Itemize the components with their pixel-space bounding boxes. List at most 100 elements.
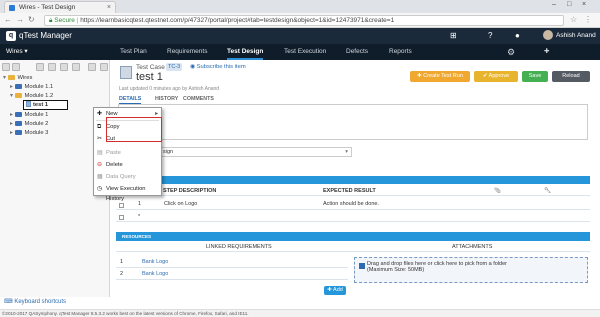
close-tab-icon[interactable]: ×: [107, 2, 111, 13]
linked-requirements-header: LINKED REQUIREMENTS: [206, 244, 272, 250]
step-description[interactable]: Click on Logo: [164, 198, 197, 210]
resources-label: RESOURCES: [122, 234, 152, 239]
tree-item-module-1-1[interactable]: ▸ Module 1.1: [10, 83, 53, 92]
row-checkbox[interactable]: [119, 214, 124, 224]
save-button[interactable]: Save: [522, 71, 548, 82]
query-icon: ▦: [97, 174, 103, 180]
tab-details[interactable]: DETAILS: [119, 96, 142, 104]
checkbox-icon: [119, 215, 124, 220]
collapse-tree-icon[interactable]: [88, 63, 96, 71]
nav-test-execution[interactable]: Test Execution: [284, 44, 326, 60]
tab-history[interactable]: HISTORY: [155, 96, 178, 102]
help-icon[interactable]: ?: [488, 31, 492, 40]
attachment-col-icon: 📎︎: [494, 188, 501, 194]
step-number: 1: [138, 201, 142, 207]
maximize-icon[interactable]: □: [567, 1, 571, 8]
delete-icon: ⊖: [97, 162, 103, 168]
type-select[interactable]: sign ▾: [160, 147, 352, 157]
attachment-drop-zone[interactable]: Drag and drop files here or click here t…: [354, 257, 588, 283]
testcase-large-icon: [120, 66, 132, 79]
minimize-icon[interactable]: –: [552, 1, 556, 8]
new-step-marker: *: [138, 214, 141, 220]
max-size-text: (Maximum Size: 50MB): [367, 267, 425, 273]
nav-reports[interactable]: Reports: [389, 44, 412, 60]
menu-item-delete[interactable]: ⊖ Delete: [94, 160, 161, 170]
testcase-icon: [26, 101, 31, 107]
table-row[interactable]: *: [116, 212, 590, 222]
tree-item-module-3[interactable]: ▸ Module 3: [10, 129, 48, 138]
tree-item-module-2[interactable]: ▸ Module 2: [10, 120, 48, 129]
nav-defects[interactable]: Defects: [346, 44, 368, 60]
copy-icon: ⧉: [97, 124, 102, 130]
back-icon[interactable]: ←: [4, 15, 12, 24]
tools-col-icon: 🔧︎: [544, 188, 551, 194]
refresh-tree-icon[interactable]: [72, 63, 80, 71]
table-row[interactable]: 1 Click on Logo Action should be done.: [116, 198, 590, 210]
tab-title: Wires - Test Design: [19, 4, 76, 11]
copy-cut-highlight: [106, 117, 162, 142]
keyboard-icon: ⌨: [4, 299, 15, 305]
linked-header-row: LINKED REQUIREMENTS ATTACHMENTS: [116, 243, 590, 252]
new-folder-icon[interactable]: [2, 63, 10, 71]
create-test-run-button[interactable]: ✚ Create Test Run: [410, 71, 470, 82]
forward-icon[interactable]: →: [16, 15, 24, 24]
steps-header-row: STEP DESCRIPTION EXPECTED RESULT 📎︎ 🔧︎: [116, 186, 590, 196]
project-selector[interactable]: Wires ▾: [6, 44, 28, 60]
add-requirement-button[interactable]: ✚ Add: [324, 286, 346, 295]
apps-grid-icon[interactable]: ⊞: [450, 31, 457, 40]
requirement-link[interactable]: Bank Logo: [142, 268, 168, 280]
add-icon[interactable]: ✚: [544, 44, 549, 60]
tab-comments[interactable]: COMMENTS: [183, 96, 214, 102]
plus-icon: ✚: [97, 111, 103, 117]
new-testcase-icon[interactable]: [12, 63, 20, 71]
nav-test-design[interactable]: Test Design: [227, 44, 264, 60]
subscribe-link[interactable]: ◉ Subscribe this item: [190, 64, 246, 70]
folder-icon: [14, 129, 22, 135]
testcase-title: test 1: [136, 71, 163, 83]
folder-icon: [7, 74, 15, 80]
reload-icon[interactable]: ↻: [28, 15, 35, 24]
table-row: 2 Bank Logo: [116, 268, 348, 280]
last-updated-text: Last updated 0 minutes ago by Ashish Ana…: [119, 86, 220, 92]
notifications-icon[interactable]: ●: [515, 31, 520, 40]
history-icon: ◷: [97, 186, 103, 192]
search-tree-icon[interactable]: [100, 63, 108, 71]
nav-requirements[interactable]: Requirements: [167, 44, 207, 60]
nav-test-plan[interactable]: Test Plan: [120, 44, 147, 60]
upload-icon: [359, 263, 365, 269]
settings-gear-icon[interactable]: ⚙: [507, 44, 515, 60]
footer: ©2010-2017 QASymphony. qTest Manager 8.5…: [0, 309, 600, 317]
step-expected[interactable]: Action should be done.: [323, 198, 379, 210]
folder-icon: [14, 83, 22, 89]
approve-button[interactable]: ✔ Approve: [474, 71, 518, 82]
req-number: 1: [120, 259, 124, 265]
qtest-logo-icon: q: [6, 31, 16, 41]
testcase-id-badge: TC-3: [166, 63, 183, 71]
expected-result-header: EXPECTED RESULT: [323, 188, 376, 194]
move-icon[interactable]: [36, 63, 44, 71]
requirement-link[interactable]: Bank Logo: [142, 256, 168, 268]
favicon-icon: [9, 5, 15, 11]
tree-root[interactable]: ▾ Wires: [3, 74, 32, 83]
main-nav: Wires ▾ Test Plan Requirements Test Desi…: [0, 44, 600, 60]
description-editor[interactable]: [118, 104, 588, 140]
keyboard-shortcuts-link[interactable]: ⌨ Keyboard shortcuts: [4, 298, 66, 305]
user-name[interactable]: Ashish Anand: [556, 32, 596, 39]
url-field[interactable]: 🔒︎ Secure | https://learnbasicqtest.qtes…: [44, 15, 564, 26]
browser-menu-icon[interactable]: ⋮: [584, 15, 592, 24]
avatar[interactable]: [543, 30, 553, 40]
close-window-icon[interactable]: ×: [582, 1, 586, 8]
reload-button[interactable]: Reload: [552, 71, 590, 82]
chevron-down-icon: ▾: [345, 149, 348, 155]
folder-icon: [14, 92, 22, 98]
tree-item-module-1[interactable]: ▸ Module 1: [10, 111, 48, 120]
menu-item-view-execution-history[interactable]: ◷ View Execution History: [94, 184, 161, 202]
delete-node-icon[interactable]: [48, 63, 56, 71]
browser-tab[interactable]: Wires - Test Design ×: [4, 1, 116, 13]
table-row: 1 Bank Logo: [116, 256, 348, 268]
filter-icon[interactable]: [60, 63, 68, 71]
tree-item-test-1[interactable]: test 1: [23, 100, 68, 110]
bookmark-star-icon[interactable]: ☆: [570, 15, 577, 24]
type-select-value: sign: [163, 149, 174, 155]
resources-section-bar[interactable]: RESOURCES: [116, 232, 590, 241]
